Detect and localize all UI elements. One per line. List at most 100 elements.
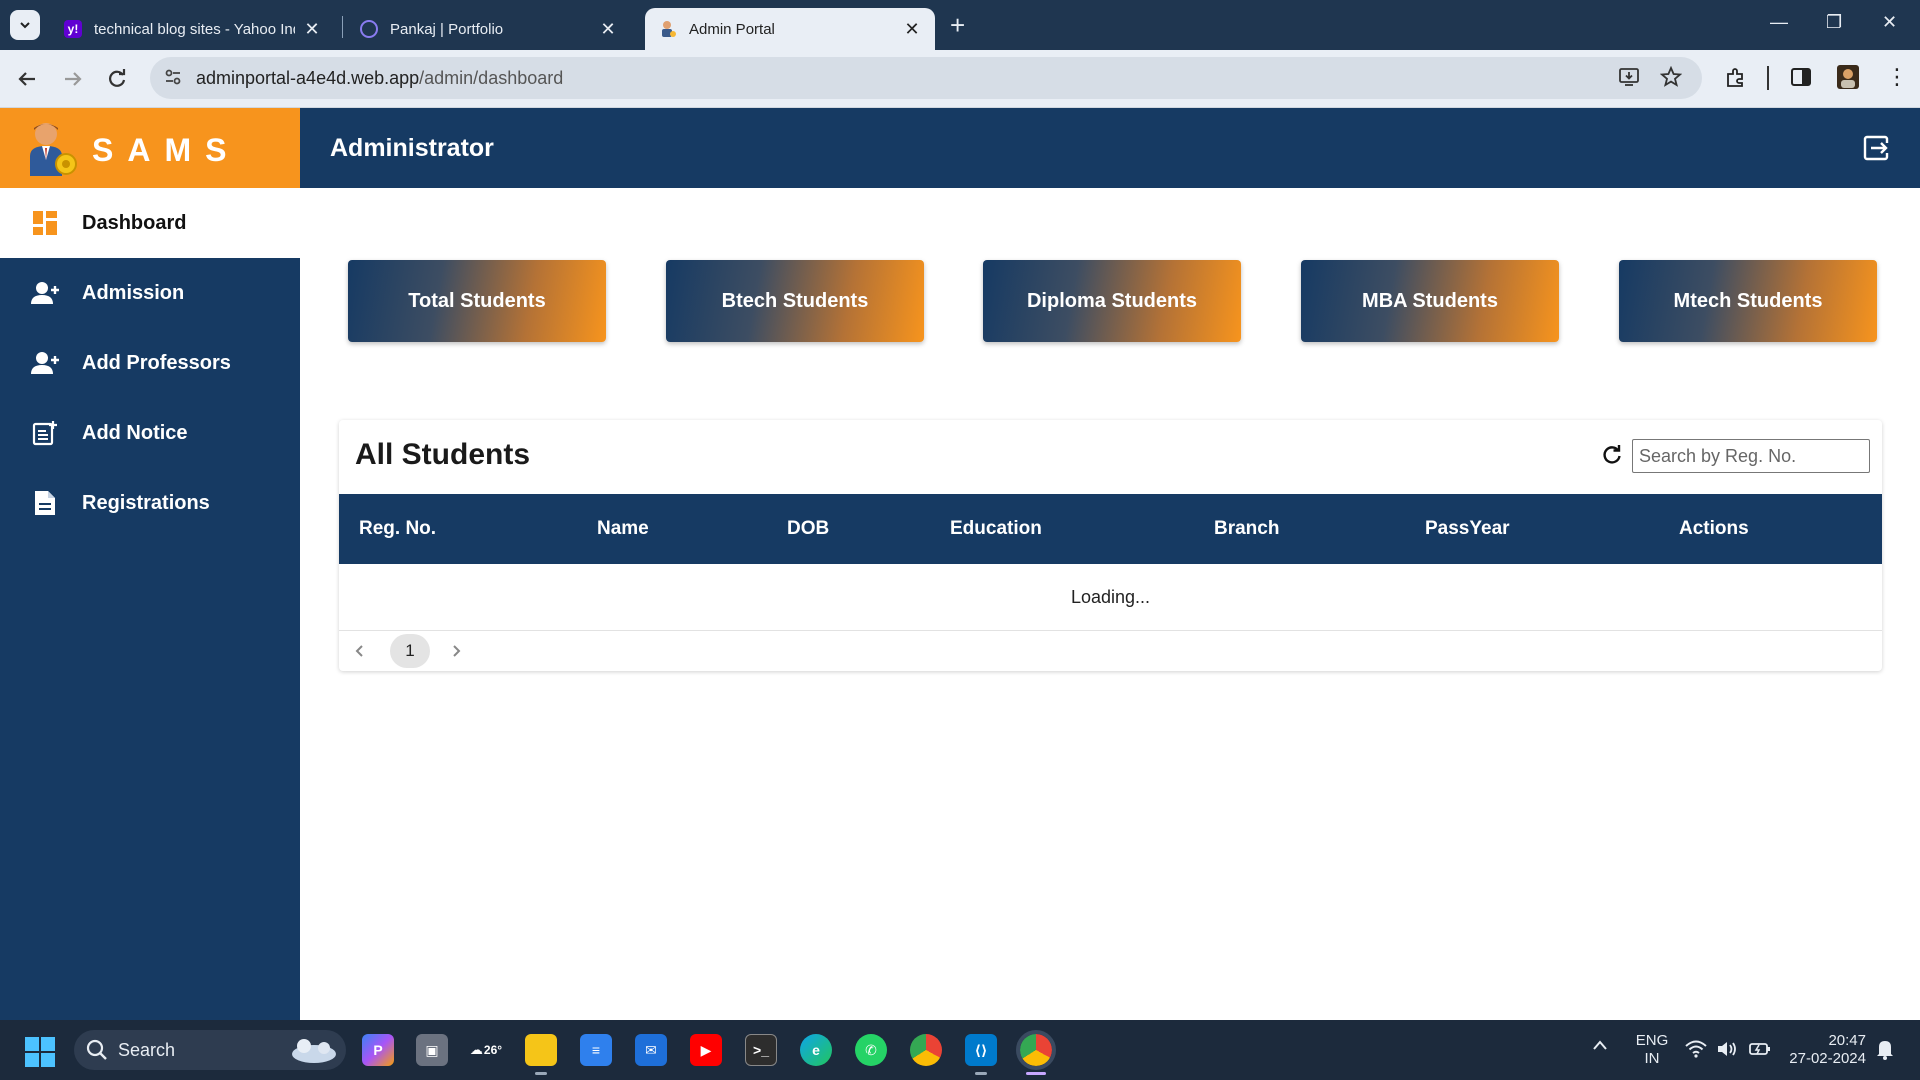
edge-browser-icon[interactable]: e <box>800 1034 832 1066</box>
stat-card-mba-students[interactable]: MBA Students <box>1301 260 1559 342</box>
taskbar-search-label: Search <box>118 1040 176 1060</box>
terminal-icon[interactable]: >_ <box>745 1034 777 1066</box>
restore-icon[interactable]: ❐ <box>1826 12 1842 33</box>
clock-date: 27-02-2024 <box>1789 1050 1866 1067</box>
forward-button[interactable] <box>62 68 84 96</box>
chrome-active-icon[interactable] <box>1016 1030 1056 1070</box>
all-students-panel: All Students Reg. No. Name DOB Education… <box>339 420 1882 671</box>
whatsapp-icon[interactable]: ✆ <box>855 1034 887 1066</box>
brand-bar: SAMS <box>0 108 300 188</box>
close-tab-icon[interactable]: ✕ <box>599 19 617 40</box>
stat-card-mtech-students[interactable]: Mtech Students <box>1619 260 1877 342</box>
extensions-icon[interactable] <box>1724 66 1748 96</box>
notification-bell-icon[interactable] <box>1876 1038 1894 1065</box>
stat-card-total-students[interactable]: Total Students <box>348 260 606 342</box>
sidebar-item-registrations[interactable]: Registrations <box>0 468 300 538</box>
top-header: Administrator <box>300 108 1920 188</box>
sidebar: SAMS Dashboard Admission Add Professors … <box>0 108 300 1020</box>
browser-tab-admin-portal[interactable]: Admin Portal ✕ <box>645 8 935 50</box>
back-button[interactable] <box>16 68 38 96</box>
show-hidden-icons-chevron-icon[interactable] <box>1592 1038 1608 1056</box>
bookmark-star-icon[interactable] <box>1659 65 1683 94</box>
clock-time: 20:47 <box>1828 1032 1866 1049</box>
next-page-button[interactable] <box>441 636 471 666</box>
url-text: adminportal-a4e4d.web.app/admin/dashboar… <box>196 68 563 89</box>
brand-name: SAMS <box>92 132 241 168</box>
language-code: ENG <box>1635 1032 1669 1049</box>
clock[interactable]: 20:47 27-02-2024 <box>1782 1032 1866 1068</box>
sidebar-item-admission[interactable]: Admission <box>0 258 300 328</box>
side-panel-icon[interactable] <box>1790 66 1812 94</box>
panel-title: All Students <box>355 438 531 471</box>
column-header-education[interactable]: Education <box>950 518 1042 540</box>
portfolio-icon <box>360 20 378 38</box>
sidebar-item-dashboard[interactable]: Dashboard <box>0 188 300 258</box>
add-person-icon <box>30 348 60 378</box>
stat-card-btech-students[interactable]: Btech Students <box>666 260 924 342</box>
install-app-icon[interactable] <box>1618 66 1640 94</box>
pagination: 1 <box>339 632 1882 670</box>
close-tab-icon[interactable]: ✕ <box>303 19 321 40</box>
refresh-icon[interactable] <box>1601 444 1623 466</box>
profile-avatar[interactable] <box>1836 64 1860 96</box>
address-bar[interactable]: adminportal-a4e4d.web.app/admin/dashboar… <box>150 57 1702 99</box>
admin-logo-icon <box>30 123 77 176</box>
sidebar-item-label: Add Professors <box>82 351 231 374</box>
notepad-icon[interactable]: ≡ <box>580 1034 612 1066</box>
search-input[interactable] <box>1632 439 1870 473</box>
site-info-icon[interactable] <box>164 68 182 91</box>
table-loading-status: Loading... <box>339 564 1882 631</box>
search-icon <box>86 1039 107 1060</box>
volume-icon[interactable] <box>1716 1040 1738 1063</box>
column-header-reg-no[interactable]: Reg. No. <box>359 518 436 540</box>
chrome-icon[interactable] <box>910 1034 942 1066</box>
browser-tab-bar: y! technical blog sites - Yahoo Ind ✕ Pa… <box>0 0 1920 50</box>
previous-page-button[interactable] <box>345 636 375 666</box>
sidebar-item-add-professors[interactable]: Add Professors <box>0 328 300 398</box>
vscode-icon[interactable]: ⟨⟩ <box>965 1034 997 1066</box>
close-tab-icon[interactable]: ✕ <box>903 19 921 40</box>
browser-toolbar: adminportal-a4e4d.web.app/admin/dashboar… <box>0 50 1920 108</box>
sidebar-item-add-notice[interactable]: Add Notice <box>0 398 300 468</box>
wifi-icon[interactable] <box>1685 1040 1707 1063</box>
column-header-dob[interactable]: DOB <box>787 518 829 540</box>
sidebar-item-label: Dashboard <box>82 211 187 234</box>
battery-icon[interactable] <box>1748 1040 1772 1063</box>
browser-tab-portfolio[interactable]: Pankaj | Portfolio ✕ <box>346 8 631 50</box>
column-header-actions: Actions <box>1679 518 1749 539</box>
close-window-icon[interactable]: ✕ <box>1882 12 1897 33</box>
reload-button[interactable] <box>106 68 128 96</box>
windows-start-icon[interactable] <box>25 1037 55 1067</box>
menu-kebab-icon[interactable]: ⋮ <box>1886 64 1908 90</box>
column-header-name[interactable]: Name <box>597 518 649 540</box>
region-code: IN <box>1644 1050 1660 1067</box>
column-header-branch[interactable]: Branch <box>1214 518 1279 540</box>
task-view-icon[interactable]: ▣ <box>416 1034 448 1066</box>
mail-icon[interactable]: ✉ <box>635 1034 667 1066</box>
browser-tab-yahoo[interactable]: y! technical blog sites - Yahoo Ind ✕ <box>50 8 335 50</box>
toolbar-divider <box>1767 66 1769 90</box>
sidebar-item-label: Admission <box>82 281 185 304</box>
language-indicator[interactable]: ENG IN <box>1632 1032 1672 1068</box>
logout-icon[interactable] <box>1862 134 1890 162</box>
page-number-current[interactable]: 1 <box>390 634 430 668</box>
weather-widget-icon[interactable]: ☁ 26° <box>470 1034 502 1066</box>
reload-icon <box>109 69 126 87</box>
stat-card-diploma-students[interactable]: Diploma Students <box>983 260 1241 342</box>
sidebar-item-label: Registrations <box>82 491 210 514</box>
chevron-down-icon <box>20 22 30 29</box>
arrow-left-icon <box>18 72 35 86</box>
youtube-icon[interactable]: ▶ <box>690 1034 722 1066</box>
taskbar-search[interactable]: Search <box>74 1030 346 1070</box>
url-path: /admin/dashboard <box>419 68 564 88</box>
minimize-icon[interactable]: — <box>1770 12 1788 33</box>
tab-search-button[interactable] <box>10 10 40 40</box>
copilot-app-icon[interactable]: P <box>362 1034 394 1066</box>
column-header-passyear[interactable]: PassYear <box>1425 518 1510 540</box>
file-explorer-icon[interactable] <box>525 1034 557 1066</box>
search-highlight-icon <box>292 1039 336 1063</box>
admin-icon <box>659 20 677 38</box>
new-tab-button[interactable]: + <box>950 12 965 38</box>
add-notice-icon <box>30 418 60 448</box>
tab-title: Admin Portal <box>689 20 775 38</box>
